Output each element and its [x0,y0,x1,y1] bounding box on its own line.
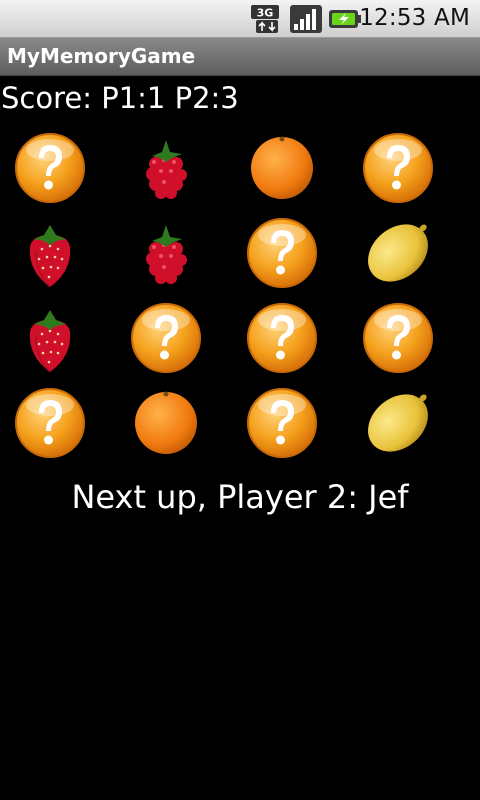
title-bar: MyMemoryGame [0,38,480,76]
lemon-card-button[interactable] [358,383,438,463]
orange-icon [251,136,313,199]
hidden-card-button[interactable] [242,298,322,378]
question-mark-icon [15,133,85,203]
battery-charging-icon [329,10,361,28]
strawberry-card-button[interactable] [10,213,90,293]
hidden-card-button[interactable] [10,383,90,463]
strawberry-card-button[interactable] [10,298,90,378]
3g-data-icon: 3G [251,5,279,33]
lemon-card-button[interactable] [358,213,438,293]
question-mark-icon [363,303,433,373]
hidden-card-button[interactable] [10,128,90,208]
orange-card-button[interactable] [126,383,206,463]
strawberry-icon [29,225,71,288]
hidden-card-button[interactable] [242,383,322,463]
clock: 12:53 AM [359,5,470,31]
orange-card-button[interactable] [242,128,322,208]
status-bar: 3G 12:53 AM [0,0,480,38]
score-display: Score: P1:1 P2:3 [1,81,239,115]
hidden-card-button[interactable] [358,128,438,208]
hidden-card-button[interactable] [358,298,438,378]
orange-icon [135,391,197,454]
lemon-icon [368,224,428,282]
raspberry-icon [146,140,187,199]
network-label: 3G [257,7,274,20]
raspberry-card-button[interactable] [126,213,206,293]
signal-strength-icon [290,5,322,33]
app-title: MyMemoryGame [7,44,196,68]
question-mark-icon [247,218,317,288]
question-mark-icon [363,133,433,203]
hidden-card-button[interactable] [126,298,206,378]
question-mark-icon [247,303,317,373]
hidden-card-button[interactable] [242,213,322,293]
card-grid [0,128,466,468]
strawberry-icon [29,310,71,373]
raspberry-card-button[interactable] [126,128,206,208]
question-mark-icon [247,388,317,458]
raspberry-icon [146,225,187,284]
question-mark-icon [131,303,201,373]
lemon-icon [368,394,428,452]
question-mark-icon [15,388,85,458]
next-player-text: Next up, Player 2: Jef [71,478,409,516]
